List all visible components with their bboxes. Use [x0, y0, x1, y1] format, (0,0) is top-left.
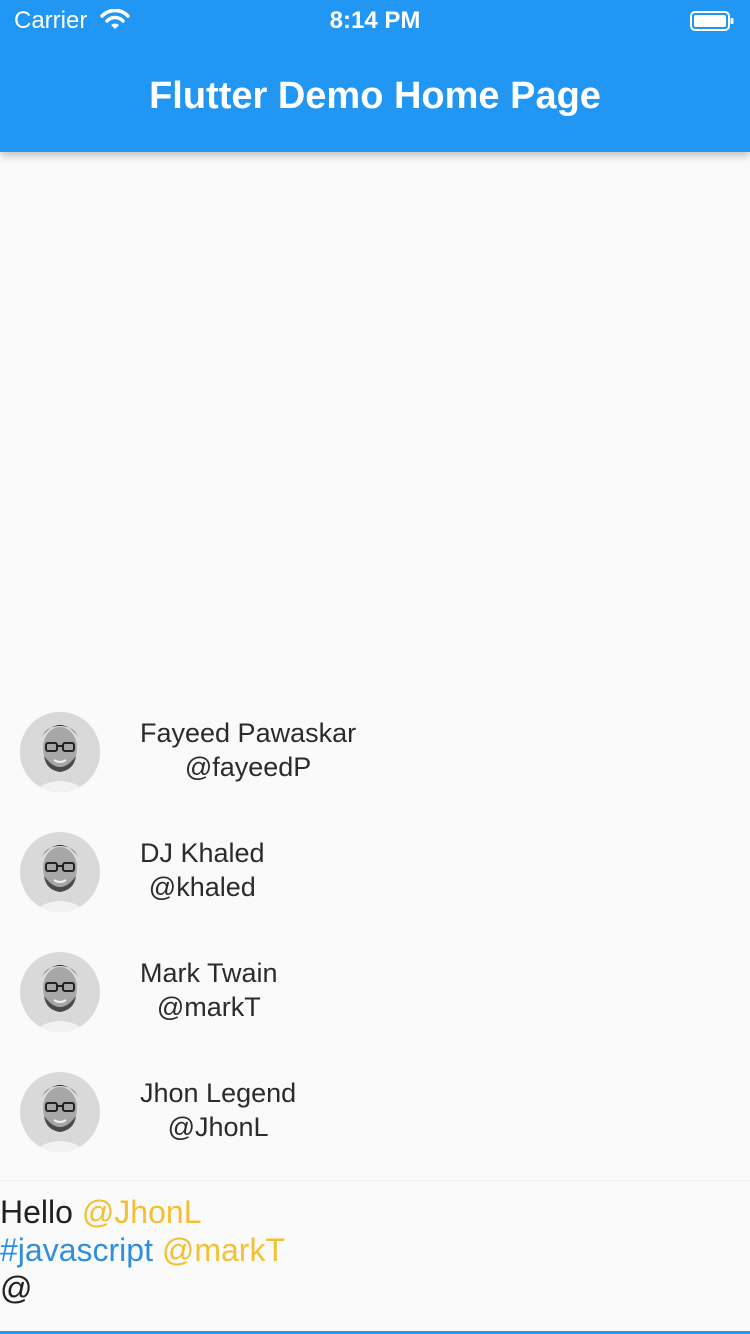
input-line: #javascript @markT — [0, 1231, 750, 1269]
avatar — [20, 712, 100, 792]
battery-icon — [690, 10, 734, 31]
input-space — [153, 1232, 162, 1268]
user-text: DJ Khaled @khaled — [140, 836, 265, 904]
user-name: Jhon Legend — [140, 1078, 297, 1108]
user-name: Mark Twain — [140, 958, 278, 988]
user-text: Mark Twain @markT — [140, 956, 278, 1024]
divider — [0, 1180, 750, 1181]
mention-tag: @JhonL — [81, 1194, 202, 1230]
user-handle: @fayeedP — [184, 752, 312, 782]
input-line: @ — [0, 1269, 750, 1307]
user-text: Fayeed Pawaskar @fayeedP — [140, 716, 356, 784]
user-handle: @markT — [156, 992, 261, 1022]
input-line: Hello @JhonL — [0, 1193, 750, 1231]
avatar — [20, 952, 100, 1032]
avatar — [20, 1072, 100, 1152]
user-suggestion-list: Fayeed Pawaskar @fayeedP DJ Khaled @khal… — [0, 692, 750, 1172]
text-input[interactable]: Hello @JhonL #javascript @markT @ — [0, 1193, 750, 1307]
user-handle: @JhonL — [167, 1112, 269, 1142]
avatar — [20, 832, 100, 912]
user-text: Jhon Legend @JhonL — [140, 1076, 296, 1144]
user-handle: @khaled — [148, 872, 256, 902]
status-time: 8:14 PM — [329, 7, 421, 34]
user-name: DJ Khaled — [140, 838, 265, 868]
user-suggestion-item[interactable]: Mark Twain @markT — [0, 932, 750, 1052]
user-suggestion-item[interactable]: Jhon Legend @JhonL — [0, 1052, 750, 1172]
user-suggestion-item[interactable]: DJ Khaled @khaled — [0, 812, 750, 932]
input-plain-text: @ — [0, 1270, 33, 1306]
status-bar: Carrier 8:14 PM — [0, 0, 750, 40]
hashtag-tag: #javascript — [0, 1232, 153, 1268]
content-area — [0, 152, 750, 692]
user-name: Fayeed Pawaskar — [140, 718, 357, 748]
page-title: Flutter Demo Home Page — [149, 75, 601, 117]
mention-tag: @markT — [161, 1232, 285, 1268]
user-suggestion-item[interactable]: Fayeed Pawaskar @fayeedP — [0, 692, 750, 812]
app-bar: Carrier 8:14 PM Flutter Demo Home Page — [0, 0, 750, 152]
input-plain-text: Hello — [0, 1194, 82, 1230]
